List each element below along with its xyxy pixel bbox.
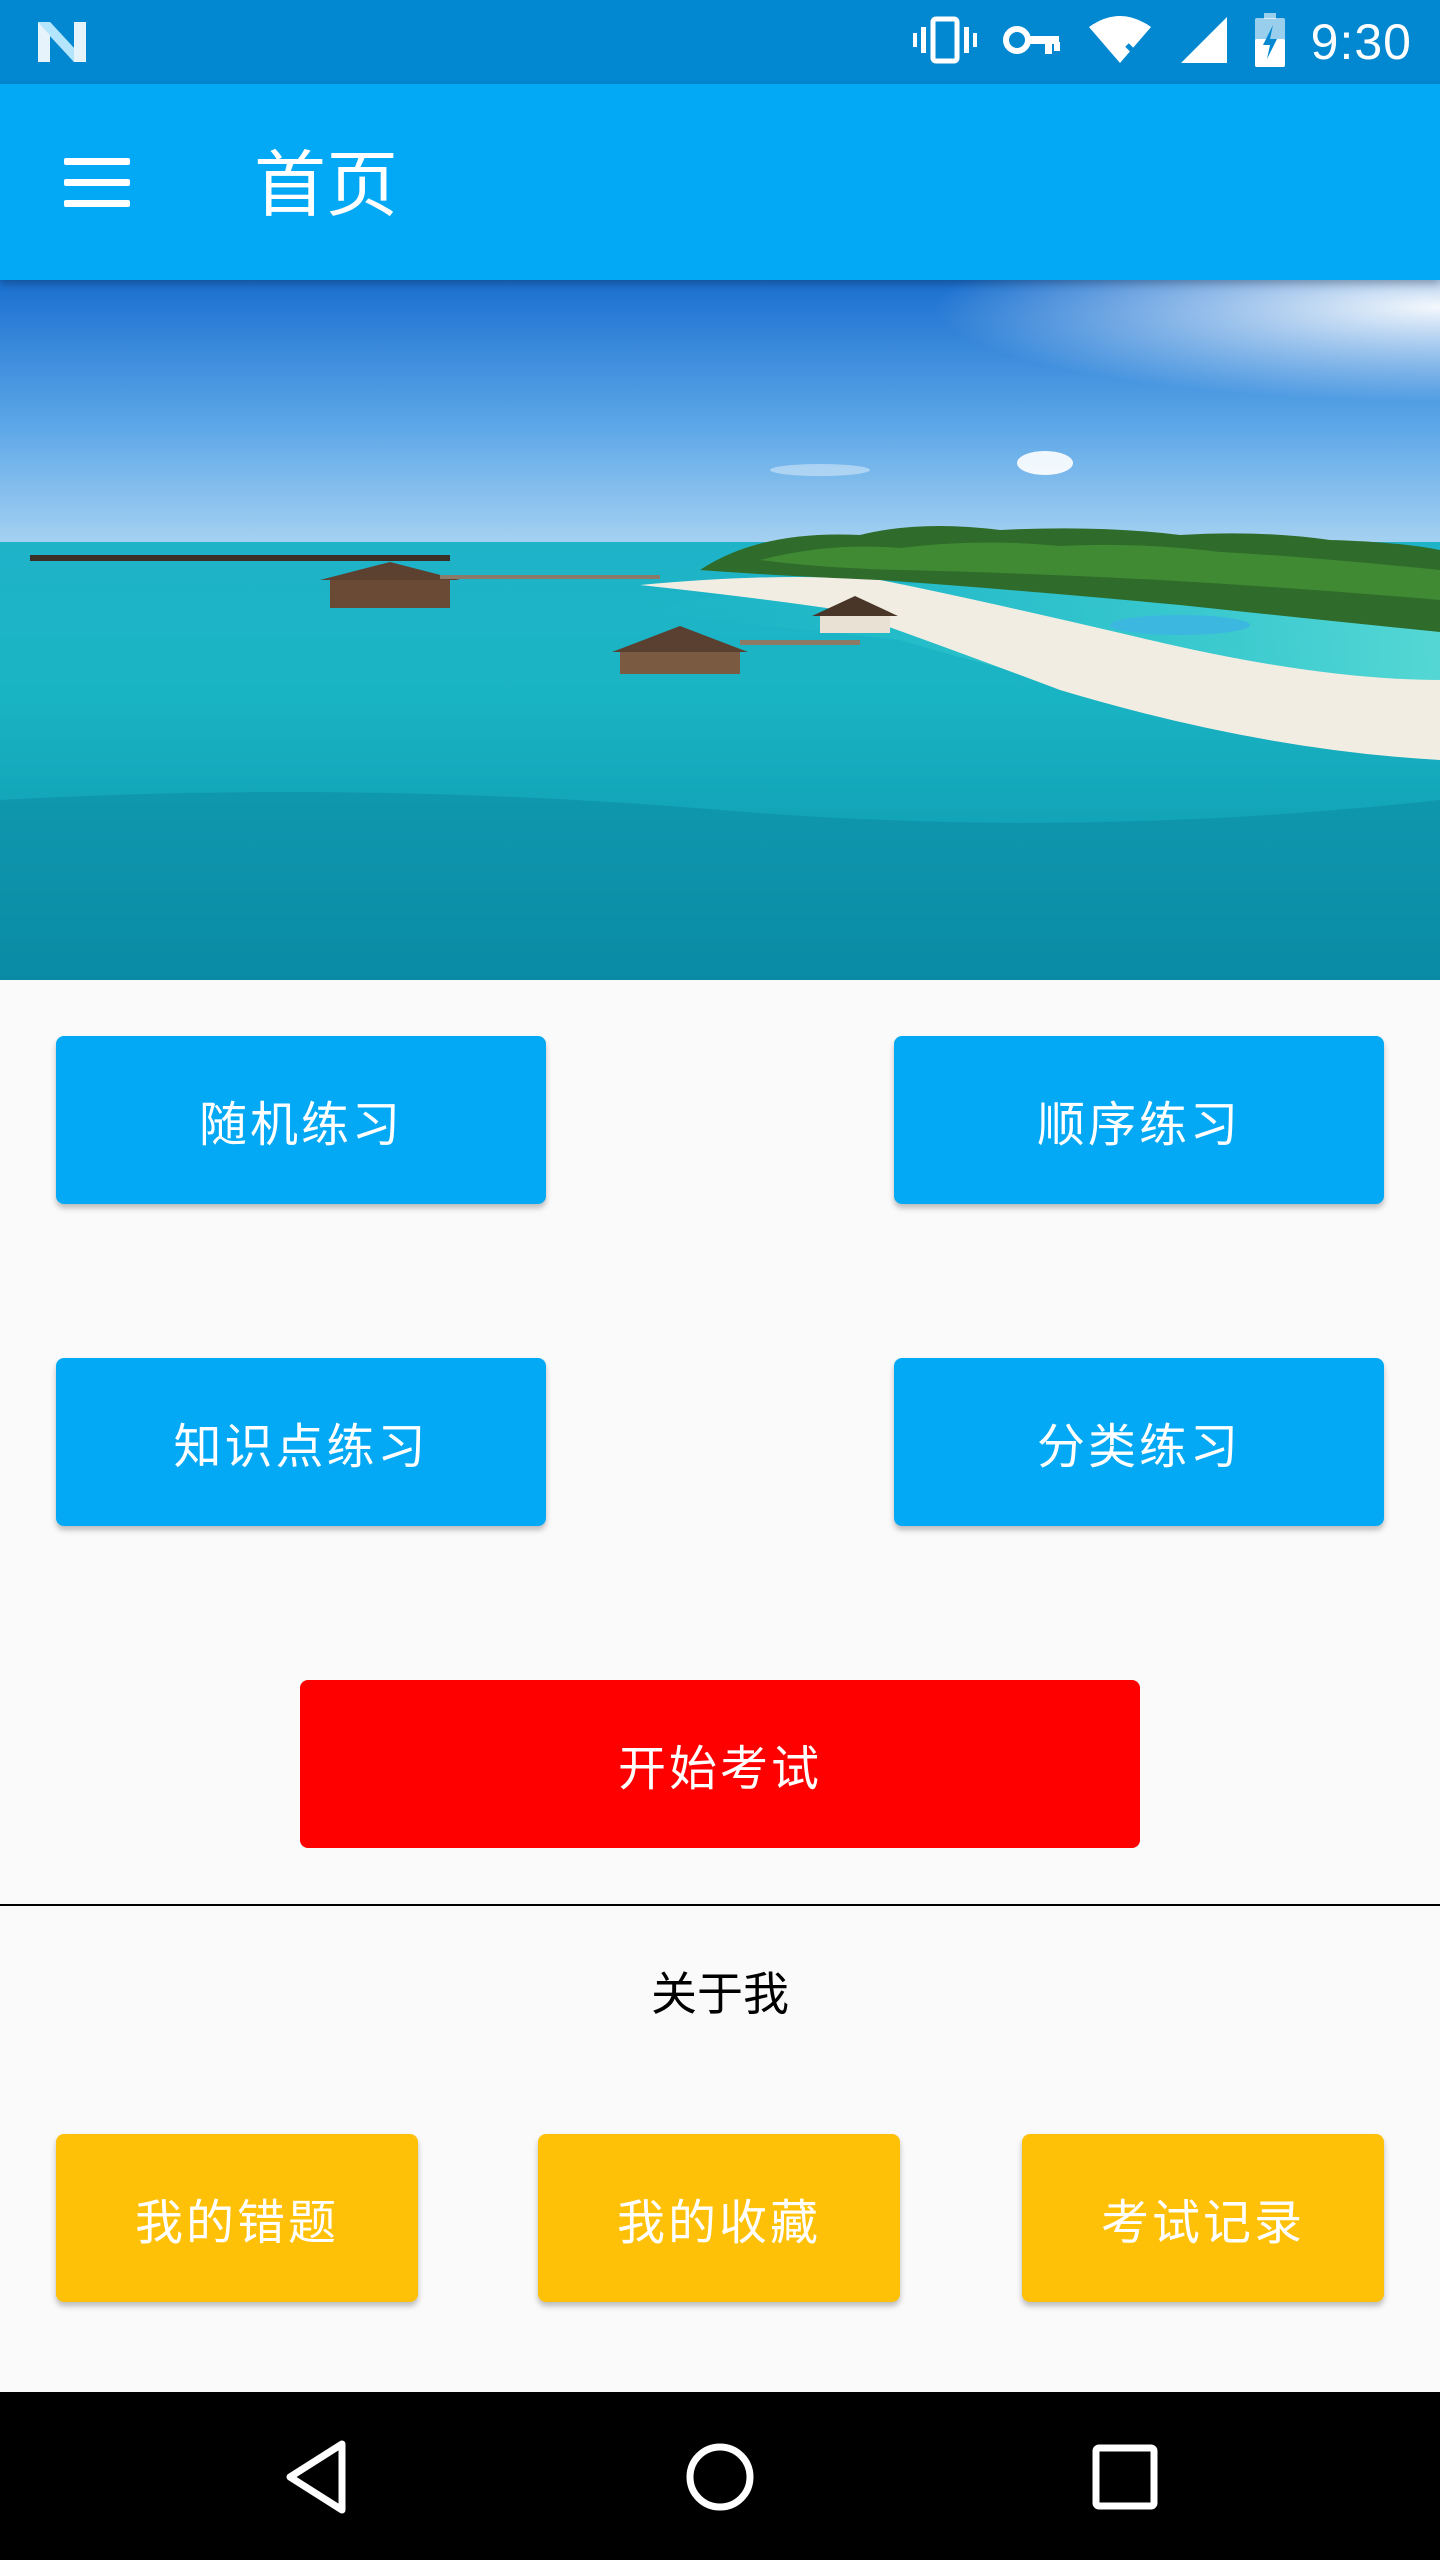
- vibrate-icon: [912, 15, 977, 69]
- status-icons: 9:30: [912, 0, 1412, 84]
- sequential-practice-button[interactable]: 顺序练习: [894, 1036, 1384, 1204]
- divider: [0, 1904, 1440, 1906]
- status-bar: 9:30: [0, 0, 1440, 84]
- menu-icon[interactable]: [48, 142, 148, 222]
- category-practice-button[interactable]: 分类练习: [894, 1358, 1384, 1526]
- page-title: 首页: [254, 143, 399, 227]
- status-time: 9:30: [1310, 14, 1412, 70]
- about-me-title: 关于我: [651, 1967, 789, 2021]
- app-bar: 首页: [0, 84, 1440, 280]
- banner-image: [0, 280, 1440, 980]
- my-mistakes-button[interactable]: 我的错题: [56, 2134, 418, 2302]
- start-exam-button[interactable]: 开始考试: [300, 1680, 1140, 1848]
- wifi-icon: [1087, 15, 1153, 69]
- knowledge-practice-button[interactable]: 知识点练习: [56, 1358, 546, 1526]
- random-practice-button[interactable]: 随机练习: [56, 1036, 546, 1204]
- exam-records-button[interactable]: 考试记录: [1022, 2134, 1384, 2302]
- signal-icon: [1179, 15, 1229, 69]
- back-icon[interactable]: [272, 2432, 362, 2522]
- key-icon: [1002, 20, 1061, 64]
- navigation-bar: [0, 2392, 1440, 2560]
- notification-n-icon: [36, 18, 88, 66]
- battery-charging-icon: [1254, 13, 1285, 71]
- recents-icon[interactable]: [1080, 2432, 1170, 2522]
- my-favorites-button[interactable]: 我的收藏: [538, 2134, 900, 2302]
- home-icon[interactable]: [675, 2432, 765, 2522]
